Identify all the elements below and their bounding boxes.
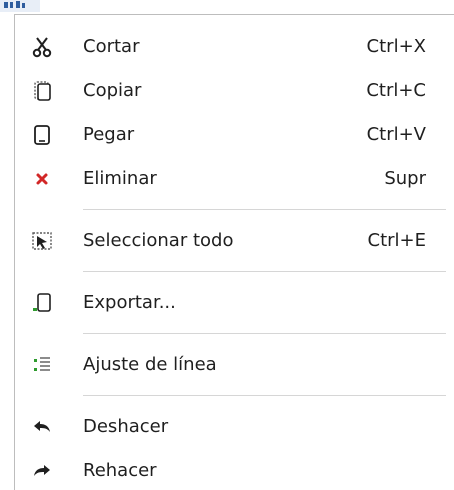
menu-item-shortcut: Ctrl+C xyxy=(366,80,426,101)
word-wrap-icon xyxy=(30,353,54,377)
menu-item-shortcut: Ctrl+X xyxy=(366,36,426,57)
menu-item-select-all[interactable]: Seleccionar todo Ctrl+E xyxy=(15,219,454,263)
menu-item-label: Rehacer xyxy=(83,460,157,481)
menu-item-word-wrap[interactable]: Ajuste de línea xyxy=(15,343,454,387)
page: Cortar Ctrl+X Copiar Ctrl+C Pegar Ctrl+V… xyxy=(0,0,454,490)
menu-item-delete[interactable]: Eliminar Supr xyxy=(15,157,454,201)
scissors-icon xyxy=(30,35,54,59)
redo-icon xyxy=(30,459,54,483)
menu-item-label: Eliminar xyxy=(83,168,157,189)
menu-item-label: Copiar xyxy=(83,80,142,101)
menu-item-redo[interactable]: Rehacer xyxy=(15,449,454,490)
menu-separator xyxy=(15,325,454,343)
menu-item-shortcut: Supr xyxy=(384,168,426,189)
menu-item-label: Exportar... xyxy=(83,292,176,313)
menu-item-export[interactable]: Exportar... xyxy=(15,281,454,325)
menu-item-label: Pegar xyxy=(83,124,135,145)
menu-item-label: Seleccionar todo xyxy=(83,230,234,251)
context-menu: Cortar Ctrl+X Copiar Ctrl+C Pegar Ctrl+V… xyxy=(14,14,454,490)
export-icon xyxy=(30,291,54,315)
menu-separator xyxy=(15,387,454,405)
menu-item-paste[interactable]: Pegar Ctrl+V xyxy=(15,113,454,157)
delete-icon xyxy=(30,167,54,191)
paste-icon xyxy=(30,123,54,147)
menu-item-shortcut: Ctrl+V xyxy=(366,124,426,145)
menu-item-cut[interactable]: Cortar Ctrl+X xyxy=(15,25,454,69)
undo-icon xyxy=(30,415,54,439)
menu-item-shortcut: Ctrl+E xyxy=(367,230,426,251)
menu-item-copy[interactable]: Copiar Ctrl+C xyxy=(15,69,454,113)
background-fragment xyxy=(0,0,40,12)
menu-separator xyxy=(15,201,454,219)
menu-item-label: Ajuste de línea xyxy=(83,354,217,375)
menu-item-label: Cortar xyxy=(83,36,140,57)
copy-icon xyxy=(30,79,54,103)
select-all-icon xyxy=(30,229,54,253)
menu-item-label: Deshacer xyxy=(83,416,169,437)
menu-item-undo[interactable]: Deshacer xyxy=(15,405,454,449)
menu-separator xyxy=(15,263,454,281)
